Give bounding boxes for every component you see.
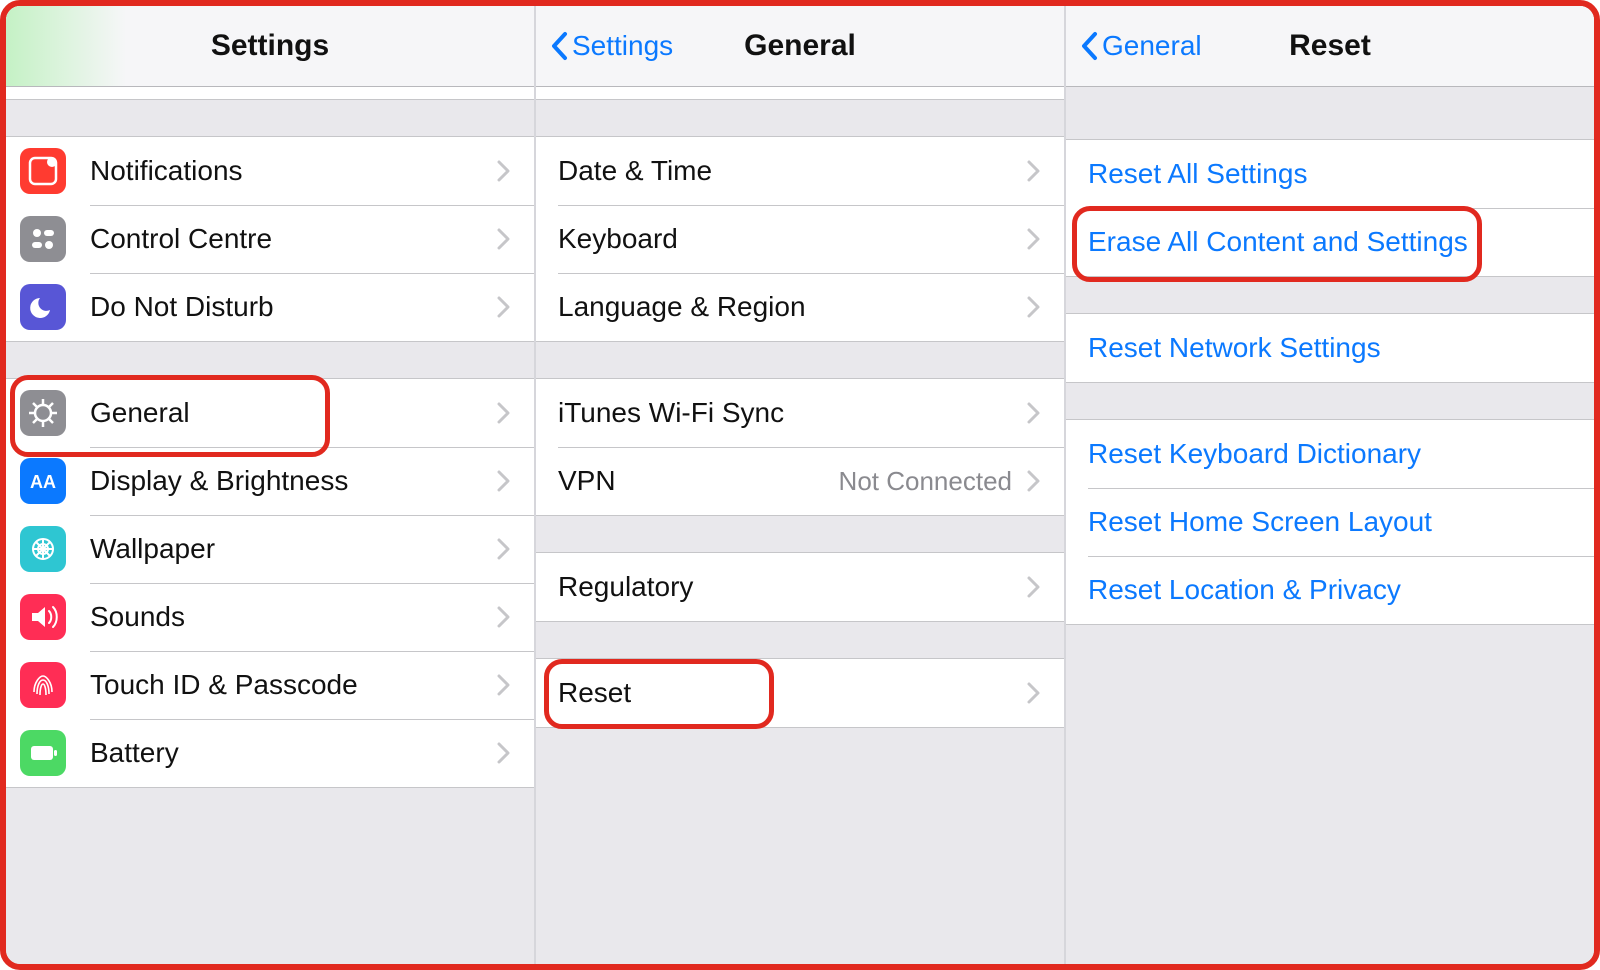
general-group-2: iTunes Wi-Fi Sync VPN Not Connected <box>536 378 1064 516</box>
reset-group-3: Reset Keyboard Dictionary Reset Home Scr… <box>1066 419 1594 625</box>
notifications-icon <box>20 148 66 194</box>
settings-list-scroll[interactable]: Notifications Control Centre Do Not Dist… <box>6 87 534 964</box>
row-date-time[interactable]: Date & Time <box>536 137 1064 205</box>
row-label: Keyboard <box>558 223 1026 255</box>
chevron-right-icon <box>496 159 512 183</box>
reset-group-2: Reset Network Settings <box>1066 313 1594 383</box>
three-pane-layout: Settings Notifications Control Centre <box>0 0 1600 970</box>
chevron-right-icon <box>1026 575 1042 599</box>
navbar-settings: Settings <box>6 6 534 87</box>
row-label: General <box>90 397 496 429</box>
row-label: Battery <box>90 737 496 769</box>
chevron-right-icon <box>496 741 512 765</box>
chevron-right-icon <box>1026 295 1042 319</box>
sounds-icon <box>20 594 66 640</box>
row-reset-keyboard-dict[interactable]: Reset Keyboard Dictionary <box>1066 420 1594 488</box>
row-label: Language & Region <box>558 291 1026 323</box>
row-control-centre[interactable]: Control Centre <box>6 205 534 273</box>
row-erase-all-content[interactable]: Erase All Content and Settings <box>1066 208 1594 276</box>
row-label: Reset Location & Privacy <box>1088 574 1572 606</box>
row-display-brightness[interactable]: AA Display & Brightness <box>6 447 534 515</box>
row-label: Sounds <box>90 601 496 633</box>
navbar-title: General <box>744 29 856 63</box>
general-group-1: Date & Time Keyboard Language & Region <box>536 136 1064 342</box>
row-label: VPN <box>558 465 839 497</box>
battery-icon <box>20 730 66 776</box>
row-reset-all-settings[interactable]: Reset All Settings <box>1066 140 1594 208</box>
back-label: General <box>1102 30 1202 62</box>
row-general[interactable]: General <box>6 379 534 447</box>
pane-settings: Settings Notifications Control Centre <box>6 6 536 964</box>
row-reset-home-screen[interactable]: Reset Home Screen Layout <box>1066 488 1594 556</box>
chevron-right-icon <box>1026 469 1042 493</box>
chevron-right-icon <box>496 673 512 697</box>
row-reset-location-privacy[interactable]: Reset Location & Privacy <box>1066 556 1594 624</box>
row-label: iTunes Wi-Fi Sync <box>558 397 1026 429</box>
row-do-not-disturb[interactable]: Do Not Disturb <box>6 273 534 341</box>
settings-group-1: Notifications Control Centre Do Not Dist… <box>6 136 534 342</box>
chevron-right-icon <box>496 469 512 493</box>
touch-id-icon <box>20 662 66 708</box>
chevron-right-icon <box>496 401 512 425</box>
row-wallpaper[interactable]: Wallpaper <box>6 515 534 583</box>
row-detail: Not Connected <box>839 466 1012 497</box>
wallpaper-icon <box>20 526 66 572</box>
row-label: Reset Home Screen Layout <box>1088 506 1572 538</box>
svg-text:AA: AA <box>30 472 56 492</box>
row-label: Notifications <box>90 155 496 187</box>
navbar-reset: General Reset <box>1066 6 1594 87</box>
row-peek <box>6 87 534 100</box>
control-centre-icon <box>20 216 66 262</box>
back-to-settings[interactable]: Settings <box>550 30 673 62</box>
reset-list-scroll[interactable]: Reset All Settings Erase All Content and… <box>1066 87 1594 964</box>
general-group-4: Reset <box>536 658 1064 728</box>
pane-general: Settings General Date & Time Keyboard <box>536 6 1066 964</box>
pane-reset: General Reset Reset All Settings Erase A… <box>1066 6 1594 964</box>
row-label: Control Centre <box>90 223 496 255</box>
row-sounds[interactable]: Sounds <box>6 583 534 651</box>
row-label: Do Not Disturb <box>90 291 496 323</box>
row-peek <box>536 87 1064 100</box>
chevron-right-icon <box>1026 401 1042 425</box>
back-to-general[interactable]: General <box>1080 30 1202 62</box>
row-label: Reset <box>558 677 1026 709</box>
chevron-right-icon <box>496 295 512 319</box>
general-group-3: Regulatory <box>536 552 1064 622</box>
row-label: Wallpaper <box>90 533 496 565</box>
chevron-right-icon <box>1026 227 1042 251</box>
row-label: Reset Keyboard Dictionary <box>1088 438 1572 470</box>
chevron-right-icon <box>496 605 512 629</box>
general-icon <box>20 390 66 436</box>
display-brightness-icon: AA <box>20 458 66 504</box>
navbar-general: Settings General <box>536 6 1064 87</box>
row-language-region[interactable]: Language & Region <box>536 273 1064 341</box>
row-label: Display & Brightness <box>90 465 496 497</box>
chevron-right-icon <box>1026 159 1042 183</box>
row-label: Date & Time <box>558 155 1026 187</box>
row-reset[interactable]: Reset <box>536 659 1064 727</box>
row-label: Reset Network Settings <box>1088 332 1572 364</box>
row-vpn[interactable]: VPN Not Connected <box>536 447 1064 515</box>
chevron-right-icon <box>496 227 512 251</box>
chevron-right-icon <box>1026 681 1042 705</box>
row-label: Reset All Settings <box>1088 158 1572 190</box>
row-keyboard[interactable]: Keyboard <box>536 205 1064 273</box>
settings-group-2: General AA Display & Brightness Wallpape… <box>6 378 534 788</box>
row-label: Touch ID & Passcode <box>90 669 496 701</box>
reset-group-1: Reset All Settings Erase All Content and… <box>1066 139 1594 277</box>
row-reset-network[interactable]: Reset Network Settings <box>1066 314 1594 382</box>
row-touch-id-passcode[interactable]: Touch ID & Passcode <box>6 651 534 719</box>
back-label: Settings <box>572 30 673 62</box>
row-regulatory[interactable]: Regulatory <box>536 553 1064 621</box>
row-itunes-wifi-sync[interactable]: iTunes Wi-Fi Sync <box>536 379 1064 447</box>
row-notifications[interactable]: Notifications <box>6 137 534 205</box>
navbar-title: Reset <box>1289 29 1371 63</box>
general-list-scroll[interactable]: Date & Time Keyboard Language & Region <box>536 87 1064 964</box>
do-not-disturb-icon <box>20 284 66 330</box>
chevron-right-icon <box>496 537 512 561</box>
navbar-title: Settings <box>211 29 329 63</box>
row-label: Erase All Content and Settings <box>1088 226 1572 258</box>
row-label: Regulatory <box>558 571 1026 603</box>
row-battery[interactable]: Battery <box>6 719 534 787</box>
